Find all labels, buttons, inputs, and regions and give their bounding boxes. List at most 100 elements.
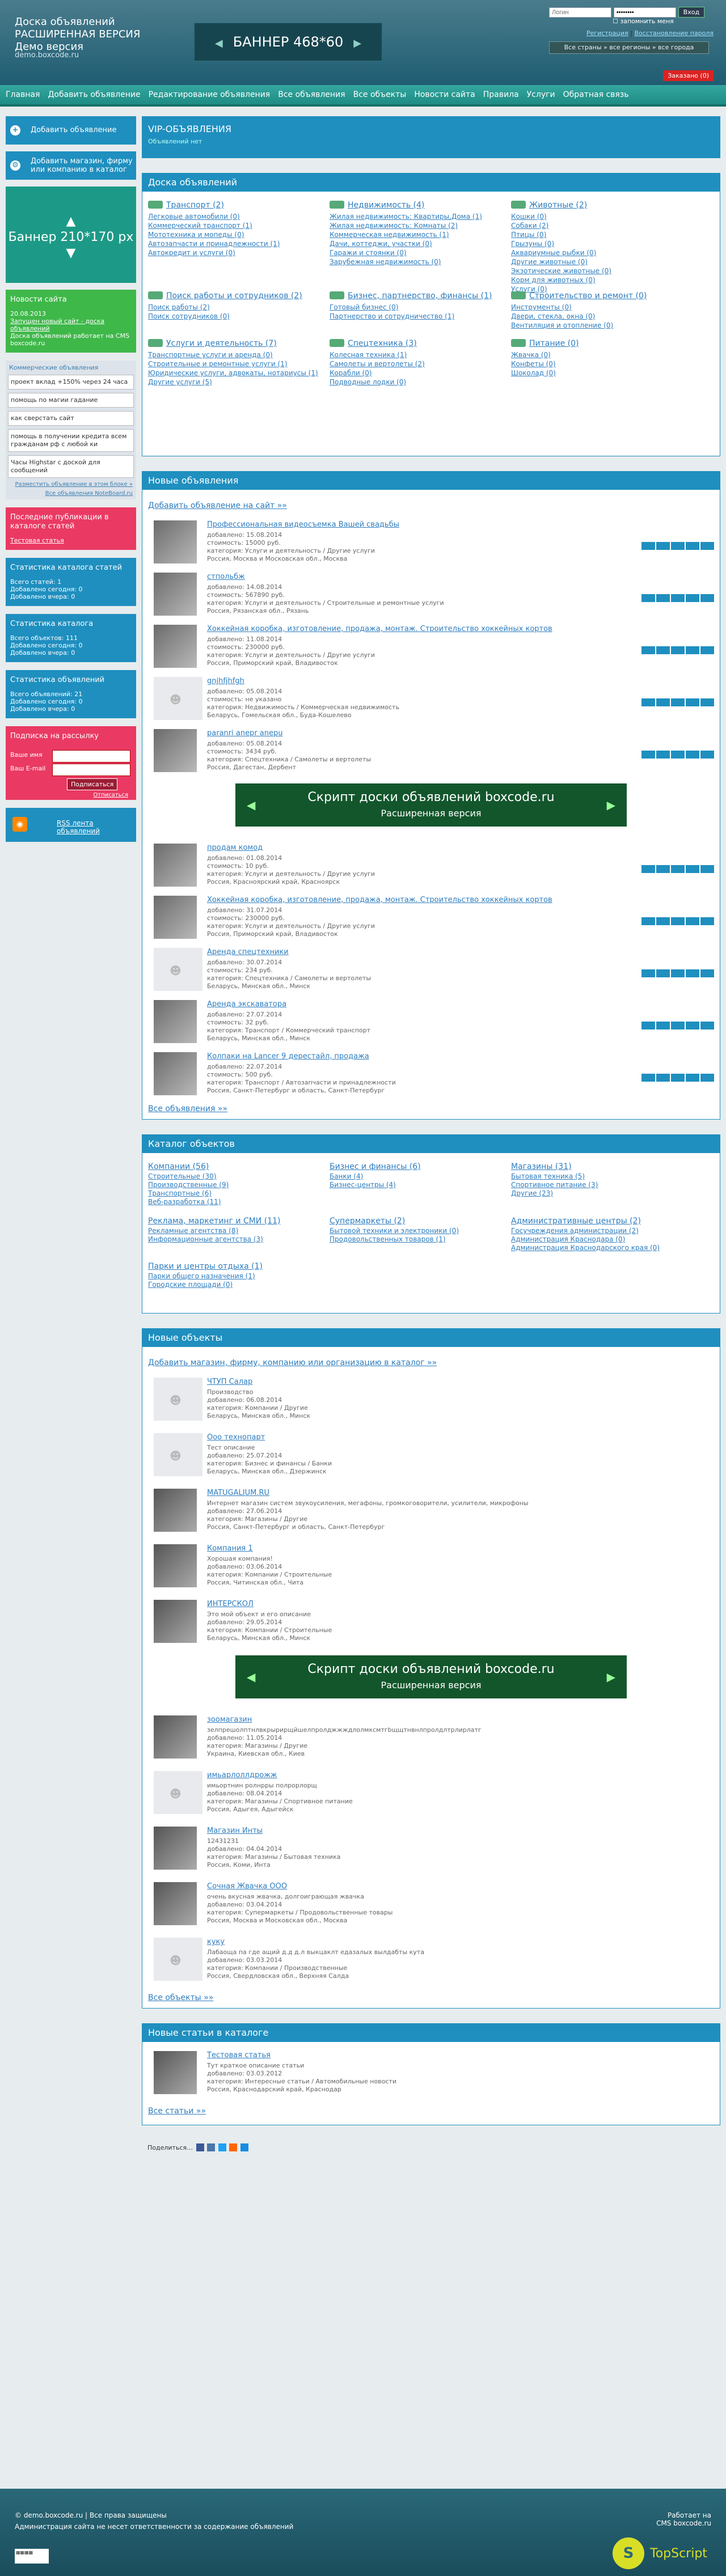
place-ad-link[interactable]: Разместить объявление в этом блоке » [6,481,136,490]
catalog-group-title[interactable]: Парки и центры отдыха (1) [148,1262,330,1271]
all-noteboard-link[interactable]: Все объявления NoteBoard.ru [6,490,136,499]
share-icon[interactable] [641,698,655,706]
board-category-title[interactable]: Транспорт (2) [148,201,330,210]
board-subcategory-link[interactable]: Готовый бизнес (0) [330,303,511,312]
catalog-group-title[interactable]: Магазины (31) [511,1162,693,1171]
object-thumbnail[interactable] [154,1433,202,1476]
top-banner[interactable]: ◀ БАННЕР 468*60 ▶ [194,23,382,61]
catalog-group-title[interactable]: Супермаркеты (2) [330,1217,511,1226]
catalog-subcategory-link[interactable]: Банки (4) [330,1172,511,1181]
star-icon[interactable] [686,1022,699,1029]
nav-item[interactable]: Обратная связь [563,85,629,104]
cart-button[interactable]: Заказано (0) [663,70,714,81]
object-title[interactable]: зоомагазин [207,1715,703,1724]
object-thumbnail[interactable] [154,1600,197,1643]
rss-box[interactable]: ◉ RSS лента объявлений [6,808,136,842]
board-subcategory-link[interactable]: Другие услуги (5) [148,378,330,387]
twitter-icon[interactable] [218,2143,226,2151]
board-category-title[interactable]: Питание (0) [511,339,693,348]
all-articles-link[interactable]: Все статьи »» [148,2107,714,2116]
board-subcategory-link[interactable]: Двери, стекла, окна (0) [511,312,693,321]
share-icon[interactable] [641,594,655,602]
nav-item[interactable]: Новости сайта [414,85,475,104]
nav-item[interactable]: Все объявления [278,85,345,104]
bookmark-icon[interactable] [671,865,685,873]
mail-icon[interactable] [700,1022,714,1029]
subscribe-button[interactable]: Подписаться [67,778,118,790]
counter-badge[interactable]: ▦▦▦▦ [15,2549,49,2564]
all-ads-link[interactable]: Все объявления »» [148,1104,714,1113]
share-button[interactable]: Поделиться… [147,2144,193,2151]
object-thumbnail[interactable] [154,1378,202,1421]
print-icon[interactable] [656,969,670,977]
board-subcategory-link[interactable]: Корм для животных (0) [511,276,693,285]
facebook-icon[interactable] [196,2143,204,2151]
catalog-group-title[interactable]: Реклама, маркетинг и СМИ (11) [148,1217,330,1226]
restore-link[interactable]: Восстановление пароля [634,29,714,37]
board-subcategory-link[interactable]: Самолеты и вертолеты (2) [330,359,511,368]
catalog-subcategory-link[interactable]: Производственные (9) [148,1181,330,1189]
star-icon[interactable] [686,917,699,925]
star-icon[interactable] [686,646,699,654]
ad-title[interactable]: Колпаки на Lancer 9 дерестайл, продажа [207,1052,635,1061]
board-subcategory-link[interactable]: Жилая недвижимость: Комнаты (2) [330,221,511,230]
star-icon[interactable] [686,1074,699,1082]
ad-thumbnail[interactable] [154,896,197,939]
share-icon[interactable] [641,969,655,977]
catalog-subcategory-link[interactable]: Городские площади (0) [148,1281,330,1289]
bookmark-icon[interactable] [671,594,685,602]
catalog-subcategory-link[interactable]: Спортивное питание (3) [511,1181,693,1189]
board-subcategory-link[interactable]: Строительные и ремонтные услуги (1) [148,359,330,368]
ad-thumbnail[interactable] [154,625,197,668]
share-icon[interactable] [641,751,655,759]
print-icon[interactable] [656,594,670,602]
board-subcategory-link[interactable]: Зарубежная недвижимость (0) [330,257,511,266]
ad-title[interactable]: Профессиональная видеосъемка Вашей свадь… [207,520,635,529]
location-select[interactable]: Все страны » все регионы » все города [549,41,709,54]
board-category-title[interactable]: Строительство и ремонт (0) [511,291,693,300]
commercial-ad-item[interactable]: как сверстать сайт [8,411,134,426]
bookmark-icon[interactable] [671,969,685,977]
board-subcategory-link[interactable]: Автокредит и услуги (0) [148,248,330,257]
share-icon[interactable] [641,917,655,925]
catalog-subcategory-link[interactable]: Бытовая техника (5) [511,1172,693,1181]
ad-thumbnail[interactable] [154,573,197,616]
commercial-ad-item[interactable]: помощь по магии гадание [8,393,134,408]
mail-icon[interactable] [700,969,714,977]
print-icon[interactable] [656,865,670,873]
article-thumbnail[interactable] [154,2051,197,2094]
print-icon[interactable] [656,646,670,654]
board-subcategory-link[interactable]: Конфеты (0) [511,359,693,368]
object-thumbnail[interactable] [154,1489,197,1532]
mail-icon[interactable] [700,594,714,602]
ad-thumbnail[interactable] [154,1052,197,1095]
mail-icon[interactable] [700,1074,714,1082]
ad-title[interactable]: gnjhfjhfgh [207,677,635,685]
share-icon[interactable] [641,1074,655,1082]
commercial-ad-item[interactable]: Часы Highstar с доской для сообщений [8,455,134,478]
object-thumbnail[interactable] [154,1938,202,1981]
bookmark-icon[interactable] [671,646,685,654]
object-thumbnail[interactable] [154,1882,197,1925]
catalog-subcategory-link[interactable]: Администрация Краснодарского края (0) [511,1244,693,1252]
object-title[interactable]: куку [207,1938,703,1946]
mail-icon[interactable] [700,865,714,873]
share-icon[interactable] [641,865,655,873]
catalog-subcategory-link[interactable]: Строительные (30) [148,1172,330,1181]
vk-icon[interactable] [207,2143,216,2151]
board-subcategory-link[interactable]: Птицы (0) [511,230,693,239]
catalog-subcategory-link[interactable]: Транспортные (6) [148,1189,330,1198]
object-title[interactable]: Компания 1 [207,1544,703,1553]
star-icon[interactable] [686,969,699,977]
board-subcategory-link[interactable]: Юридические услуги, адвокаты, нотариусы … [148,368,330,378]
mailru-icon[interactable] [240,2143,248,2151]
board-category-title[interactable]: Поиск работы и сотрудников (2) [148,291,330,300]
login-button[interactable]: Вход [678,7,705,18]
add-object-link[interactable]: Добавить магазин, фирму, компанию или ор… [148,1358,714,1367]
star-icon[interactable] [686,594,699,602]
share-icon[interactable] [641,542,655,550]
register-link[interactable]: Регистрация [586,29,628,37]
board-subcategory-link[interactable]: Гаражи и стоянки (0) [330,248,511,257]
commercial-ad-item[interactable]: проект вклад +150% через 24 часа [8,375,134,389]
all-objects-link[interactable]: Все объекты »» [148,1993,714,2002]
